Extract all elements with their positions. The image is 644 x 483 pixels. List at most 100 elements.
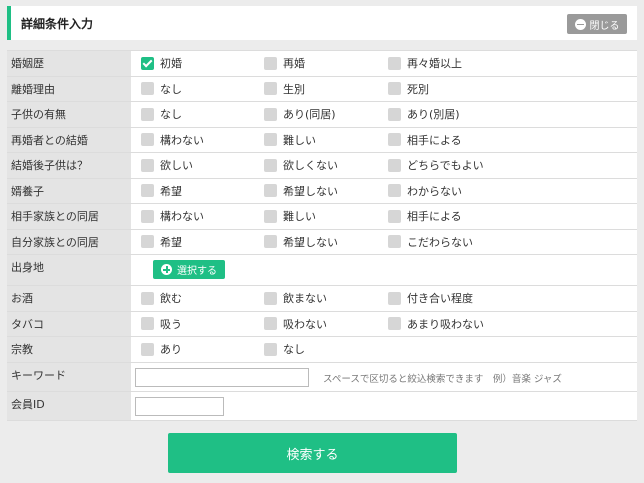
option-label: 欲しくない [283,159,338,173]
row-label: 結婚後子供は？ [7,153,131,178]
close-button-label: 閉じる [589,20,620,32]
option-label: 死別 [407,82,429,96]
section-header: 詳細条件入力 閉じる [7,6,637,40]
checkbox-icon[interactable] [388,317,401,331]
checkbox-option[interactable]: 死別 [388,77,429,102]
checkbox-icon[interactable] [141,184,154,198]
checkbox-icon[interactable] [141,291,154,305]
checkbox-icon[interactable] [264,342,277,356]
close-button[interactable]: 閉じる [567,14,627,34]
checkbox-icon[interactable] [141,133,154,147]
row-label: 相手家族との同居 [7,204,131,229]
form-row-keyword: キーワード スペースで区切ると絞込検索できます 例）音楽 ジャズ [7,362,637,392]
row-label: 宗教 [7,337,131,362]
checkbox-option[interactable]: あり [141,337,182,362]
search-button[interactable]: 検索する [168,433,457,473]
checkbox-option[interactable]: 再婚 [264,51,305,76]
checkbox-option[interactable]: あまり吸わない [388,312,484,337]
checkbox-checked-icon[interactable] [141,56,154,70]
option-label: 構わない [160,210,204,224]
row-label: タバコ [7,311,131,336]
checkbox-option[interactable]: 構わない [141,204,204,229]
search-conditions-form: 婚姻歴 初婚 再婚 再々婚以上 離婚理由 なし 生別 死別 子供の有無 なし あり(同居) あり(別居… [7,50,637,421]
checkbox-option[interactable]: 難しい [264,204,316,229]
checkbox-option[interactable]: 再々婚以上 [388,51,462,76]
checkbox-icon[interactable] [264,317,277,331]
checkbox-option[interactable]: 生別 [264,77,305,102]
option-label: 希望しない [283,235,338,249]
checkbox-icon[interactable] [264,158,277,172]
option-label: あり(別居) [407,108,460,122]
checkbox-option[interactable]: 吸う [141,312,182,337]
checkbox-icon[interactable] [388,209,401,223]
select-button-label: 選択する [177,266,217,277]
checkbox-option[interactable]: 吸わない [264,312,327,337]
checkbox-icon[interactable] [141,158,154,172]
checkbox-option[interactable]: あり(別居) [388,102,460,127]
checkbox-icon[interactable] [388,184,401,198]
checkbox-icon[interactable] [264,184,277,198]
option-label: 希望 [160,235,182,249]
option-label: どちらでもよい [407,159,484,173]
checkbox-option[interactable]: なし [141,77,182,102]
plus-circle-icon [161,264,172,275]
row-label: 婚姻歴 [7,51,131,76]
checkbox-option[interactable]: 初婚 [141,51,182,76]
checkbox-option[interactable]: 欲しい [141,153,193,178]
option-label: 飲まない [283,292,327,306]
checkbox-icon[interactable] [141,342,154,356]
checkbox-option[interactable]: 希望 [141,230,182,255]
select-birthplace-button[interactable]: 選択する [153,260,225,279]
checkbox-icon[interactable] [388,82,401,96]
checkbox-option[interactable]: 希望しない [264,179,338,204]
checkbox-icon[interactable] [264,82,277,96]
checkbox-option[interactable]: 欲しくない [264,153,338,178]
checkbox-icon[interactable] [264,56,277,70]
checkbox-option[interactable]: 飲まない [264,286,327,311]
checkbox-option[interactable]: どちらでもよい [388,153,484,178]
option-label: あり [160,343,182,357]
option-label: 欲しい [160,159,193,173]
checkbox-option[interactable]: なし [141,102,182,127]
checkbox-icon[interactable] [388,56,401,70]
checkbox-icon[interactable] [141,107,154,121]
checkbox-icon[interactable] [264,209,277,223]
form-row: 結婚後子供は？ 欲しい 欲しくない どちらでもよい [7,153,637,179]
row-label: 子供の有無 [7,102,131,127]
checkbox-option[interactable]: 希望 [141,179,182,204]
checkbox-icon[interactable] [264,235,277,249]
checkbox-option[interactable]: 付き合い程度 [388,286,473,311]
option-label: 相手による [407,210,462,224]
checkbox-option[interactable]: なし [264,337,305,362]
checkbox-icon[interactable] [264,291,277,305]
checkbox-option[interactable]: こだわらない [388,230,473,255]
form-row-member-id: 会員ID [7,391,637,421]
minus-circle-icon [574,18,586,30]
checkbox-option[interactable]: 希望しない [264,230,338,255]
option-label: あり(同居) [283,108,336,122]
checkbox-icon[interactable] [141,209,154,223]
checkbox-icon[interactable] [264,107,277,121]
form-row: 婿養子 希望 希望しない わからない [7,178,637,204]
checkbox-option[interactable]: わからない [388,179,462,204]
member-id-input[interactable] [135,396,224,416]
checkbox-option[interactable]: 飲む [141,286,182,311]
keyword-input[interactable] [135,367,309,387]
checkbox-icon[interactable] [388,291,401,305]
option-label: なし [283,343,305,357]
checkbox-option[interactable]: あり(同居) [264,102,336,127]
form-row: タバコ 吸う 吸わない あまり吸わない [7,311,637,337]
checkbox-option[interactable]: 構わない [141,128,204,153]
checkbox-icon[interactable] [141,235,154,249]
checkbox-option[interactable]: 相手による [388,204,462,229]
checkbox-option[interactable]: 相手による [388,128,462,153]
checkbox-option[interactable]: 難しい [264,128,316,153]
checkbox-icon[interactable] [388,158,401,172]
checkbox-icon[interactable] [141,317,154,331]
checkbox-icon[interactable] [141,82,154,96]
checkbox-icon[interactable] [264,133,277,147]
checkbox-icon[interactable] [388,133,401,147]
checkbox-icon[interactable] [388,107,401,121]
form-row: お酒 飲む 飲まない 付き合い程度 [7,286,637,312]
checkbox-icon[interactable] [388,235,401,249]
